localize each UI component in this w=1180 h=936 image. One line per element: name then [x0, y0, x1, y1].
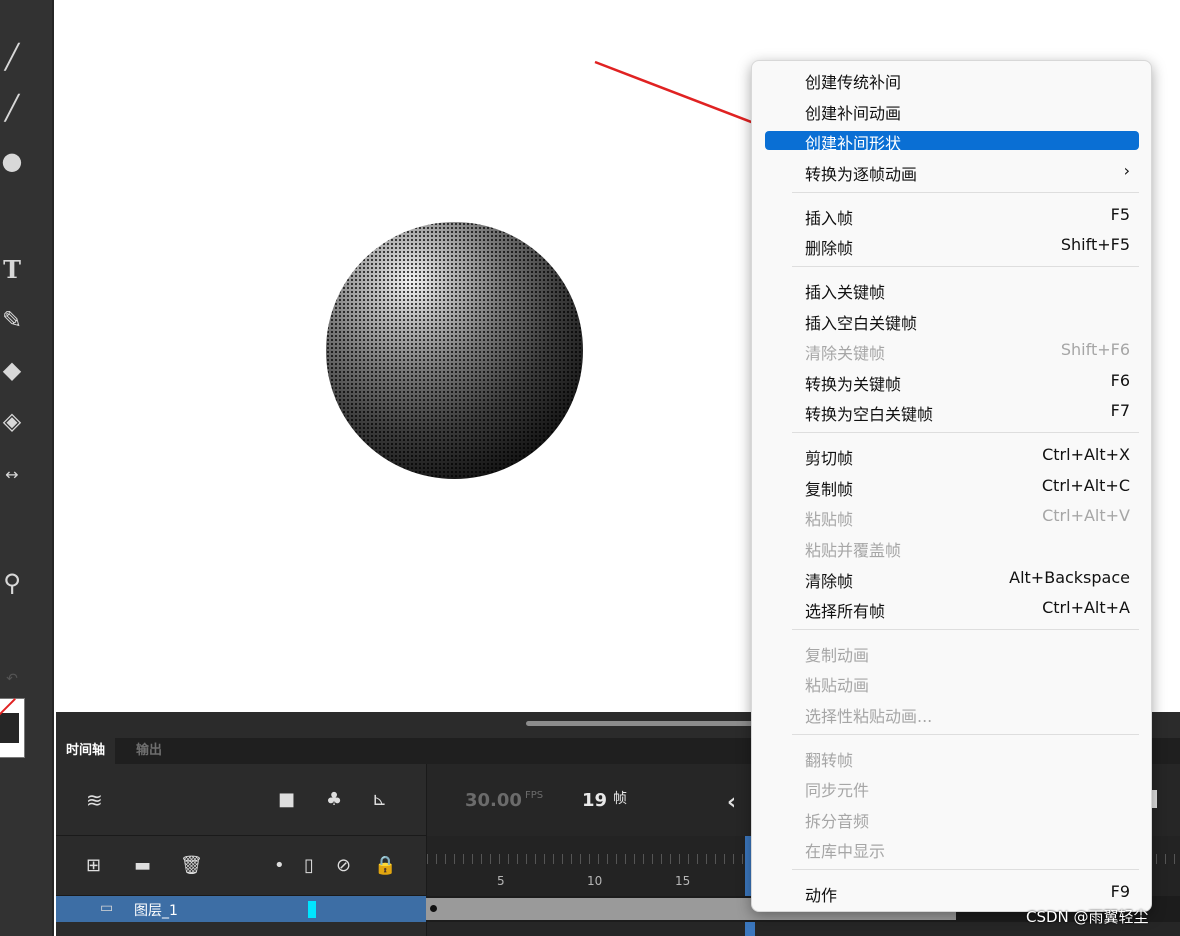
- tab-output[interactable]: 输出: [126, 738, 172, 764]
- timeline-controls: ≋ ■ ♣ ⊾: [56, 764, 426, 836]
- frame-context-menu: 创建传统补间 创建补间动画 创建补间形状 转换为逐帧动画 › 插入帧 F5 删除…: [751, 60, 1152, 912]
- menu-item-copy-frames[interactable]: 复制帧 Ctrl+Alt+C: [765, 474, 1139, 502]
- menu-item-sync-symbols[interactable]: 同步元件: [765, 775, 1139, 803]
- menu-separator: [792, 432, 1139, 433]
- delete-layer-icon[interactable]: 🗑: [180, 856, 203, 876]
- submenu-chevron-icon: ›: [1123, 161, 1130, 180]
- menu-item-split-audio[interactable]: 拆分音频: [765, 806, 1139, 834]
- oval-icon[interactable]: ●: [0, 146, 24, 176]
- outline-icon[interactable]: ▯: [304, 856, 314, 876]
- menu-item-select-all-frames[interactable]: 选择所有帧 Ctrl+Alt+A: [765, 596, 1139, 624]
- layer-parenting-icon[interactable]: ♣: [326, 790, 342, 810]
- subselect-icon[interactable]: ◈: [0, 406, 24, 436]
- layer-name[interactable]: 图层_1: [134, 900, 178, 920]
- eyedropper-icon[interactable]: ✎: [0, 305, 24, 335]
- frame-unit: 帧: [613, 791, 627, 807]
- ruler-number: 15: [675, 874, 691, 888]
- menu-item-paste-motion-special[interactable]: 选择性粘贴动画...: [765, 701, 1139, 729]
- menu-item-copy-motion[interactable]: 复制动画: [765, 640, 1139, 668]
- menu-item-insert-keyframe[interactable]: 插入关键帧: [765, 277, 1139, 305]
- layer-icon: ▭: [100, 900, 114, 916]
- ruler-number: 10: [587, 874, 603, 888]
- graph-icon[interactable]: ⊾: [372, 790, 387, 810]
- menu-item-cut-frames[interactable]: 剪切帧 Ctrl+Alt+X: [765, 443, 1139, 471]
- fps-value[interactable]: 30.00: [465, 790, 522, 811]
- layers-icon[interactable]: ≋: [86, 790, 103, 810]
- stage-scrollbar[interactable]: [526, 721, 766, 726]
- menu-item-paste-motion[interactable]: 粘贴动画: [765, 670, 1139, 698]
- ruler-number: 5: [497, 874, 505, 888]
- new-folder-icon[interactable]: ▬: [134, 856, 151, 876]
- menu-item-create-shape-tween[interactable]: 创建补间形状: [765, 131, 1139, 153]
- zoom-icon[interactable]: ⚲: [0, 568, 24, 598]
- menu-item-convert-to-blank-keyframe[interactable]: 转换为空白关键帧 F7: [765, 399, 1139, 427]
- menu-item-create-motion-tween[interactable]: 创建补间动画: [765, 98, 1139, 126]
- tab-timeline[interactable]: 时间轴: [56, 738, 116, 764]
- current-frame-value[interactable]: 19: [582, 790, 607, 811]
- menu-separator: [792, 869, 1139, 870]
- menu-item-actions[interactable]: 动作 F9: [765, 880, 1139, 908]
- fps-unit: FPS: [525, 790, 544, 801]
- highlight-dot-icon[interactable]: •: [274, 856, 285, 876]
- camera-icon[interactable]: ■: [278, 790, 295, 810]
- paint-brush-icon[interactable]: ╱: [0, 93, 24, 123]
- keyframe-marker[interactable]: [430, 905, 437, 912]
- menu-item-insert-frame[interactable]: 插入帧 F5: [765, 203, 1139, 231]
- menu-item-delete-frame[interactable]: 删除帧 Shift+F5: [765, 233, 1139, 261]
- menu-item-convert-to-keyframe[interactable]: 转换为关键帧 F6: [765, 369, 1139, 397]
- brush-icon[interactable]: ╱: [0, 42, 24, 72]
- menu-item-reverse-frames[interactable]: 翻转帧: [765, 745, 1139, 773]
- menu-separator: [792, 629, 1139, 630]
- menu-item-clear-keyframe[interactable]: 清除关键帧 Shift+F6: [765, 338, 1139, 366]
- pen-icon[interactable]: ◆: [0, 355, 24, 385]
- menu-item-insert-blank-keyframe[interactable]: 插入空白关键帧: [765, 308, 1139, 336]
- prev-frame-icon[interactable]: ‹: [727, 790, 736, 815]
- menu-item-paste-frames[interactable]: 粘贴帧 Ctrl+Alt+V: [765, 504, 1139, 532]
- visibility-icon[interactable]: ⊘: [336, 856, 351, 876]
- lock-icon[interactable]: 🔒: [374, 856, 396, 876]
- text-icon[interactable]: T: [0, 255, 24, 285]
- menu-separator: [792, 266, 1139, 267]
- menu-item-clear-frames[interactable]: 清除帧 Alt+Backspace: [765, 566, 1139, 594]
- layer-toolbar: ⊞ ▬ 🗑 • ▯ ⊘ 🔒: [56, 836, 426, 896]
- new-layer-icon[interactable]: ⊞: [86, 856, 101, 876]
- tools-panel: ╱ ╱ ● T ✎ ◆ ◈ ↔ ⚲ ↶: [0, 0, 54, 936]
- menu-item-show-in-library[interactable]: 在库中显示: [765, 836, 1139, 864]
- rotate-icon[interactable]: ↶: [0, 664, 24, 694]
- watermark-text: CSDN @雨翼轻尘: [1026, 908, 1149, 926]
- width-icon[interactable]: ↔: [0, 460, 24, 490]
- menu-item-convert-frame-by-frame[interactable]: 转换为逐帧动画 ›: [765, 159, 1139, 187]
- layer-color-marker[interactable]: [308, 901, 316, 918]
- menu-item-create-classic-tween[interactable]: 创建传统补间: [765, 67, 1139, 95]
- menu-separator: [792, 734, 1139, 735]
- gradient-sphere-shape[interactable]: [326, 222, 583, 479]
- layer-row[interactable]: ▭ 图层_1: [56, 896, 426, 922]
- menu-item-paste-overwrite-frames[interactable]: 粘贴并覆盖帧: [765, 535, 1139, 563]
- fill-color-swatch[interactable]: [0, 698, 25, 758]
- menu-separator: [792, 192, 1139, 193]
